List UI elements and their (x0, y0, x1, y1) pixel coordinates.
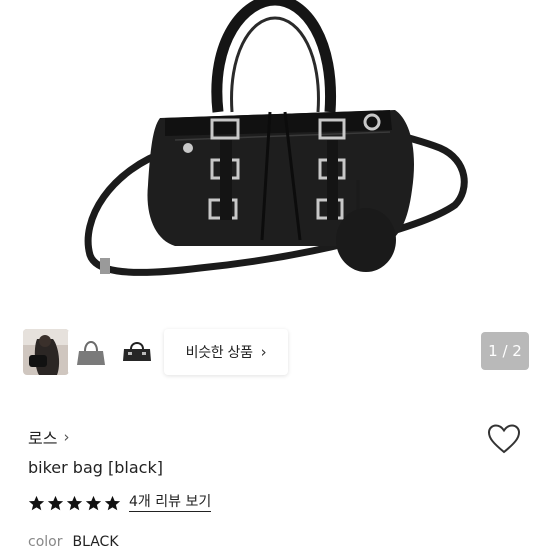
thumbnail-bag-grey[interactable] (68, 329, 114, 375)
star-filled-icon (85, 495, 102, 510)
biker-bag-photo (84, 0, 468, 276)
star-filled-icon (47, 495, 64, 510)
thumbnail-row: 비슷한 상품 › (0, 322, 552, 380)
brand-link[interactable]: 로스 › (28, 425, 69, 449)
heart-outline-icon (487, 424, 521, 454)
wishlist-heart-button[interactable] (487, 423, 521, 455)
thumbnail-model-photo[interactable] (23, 329, 69, 375)
similar-products-button[interactable]: 비슷한 상품 › (164, 329, 288, 375)
product-title: biker bag [black] (28, 458, 163, 477)
star-filled-icon (66, 495, 83, 510)
rating-row: 4개 리뷰 보기 (28, 494, 212, 512)
thumbnail-bag-black[interactable] (114, 329, 160, 375)
star-filled-icon (104, 495, 121, 510)
star-rating (28, 495, 121, 512)
model-photo-thumbnail-image (23, 329, 69, 375)
similar-products-label: 비슷한 상품 (185, 345, 253, 361)
chevron-right-icon: › (260, 343, 267, 361)
bag-black-thumbnail-image (114, 329, 160, 375)
star-filled-icon (28, 495, 45, 510)
chevron-right-icon: › (63, 428, 70, 446)
view-reviews-link[interactable]: 4개 리뷰 보기 (129, 494, 212, 512)
main-product-image[interactable] (0, 0, 552, 318)
brand-name: 로스 (28, 429, 58, 448)
color-option-row: color BLACK (28, 534, 119, 550)
color-value: BLACK (72, 534, 119, 550)
bag-grey-thumbnail-image (68, 329, 114, 375)
color-label: color (28, 534, 63, 550)
image-counter-badge: 1 / 2 (481, 332, 529, 370)
